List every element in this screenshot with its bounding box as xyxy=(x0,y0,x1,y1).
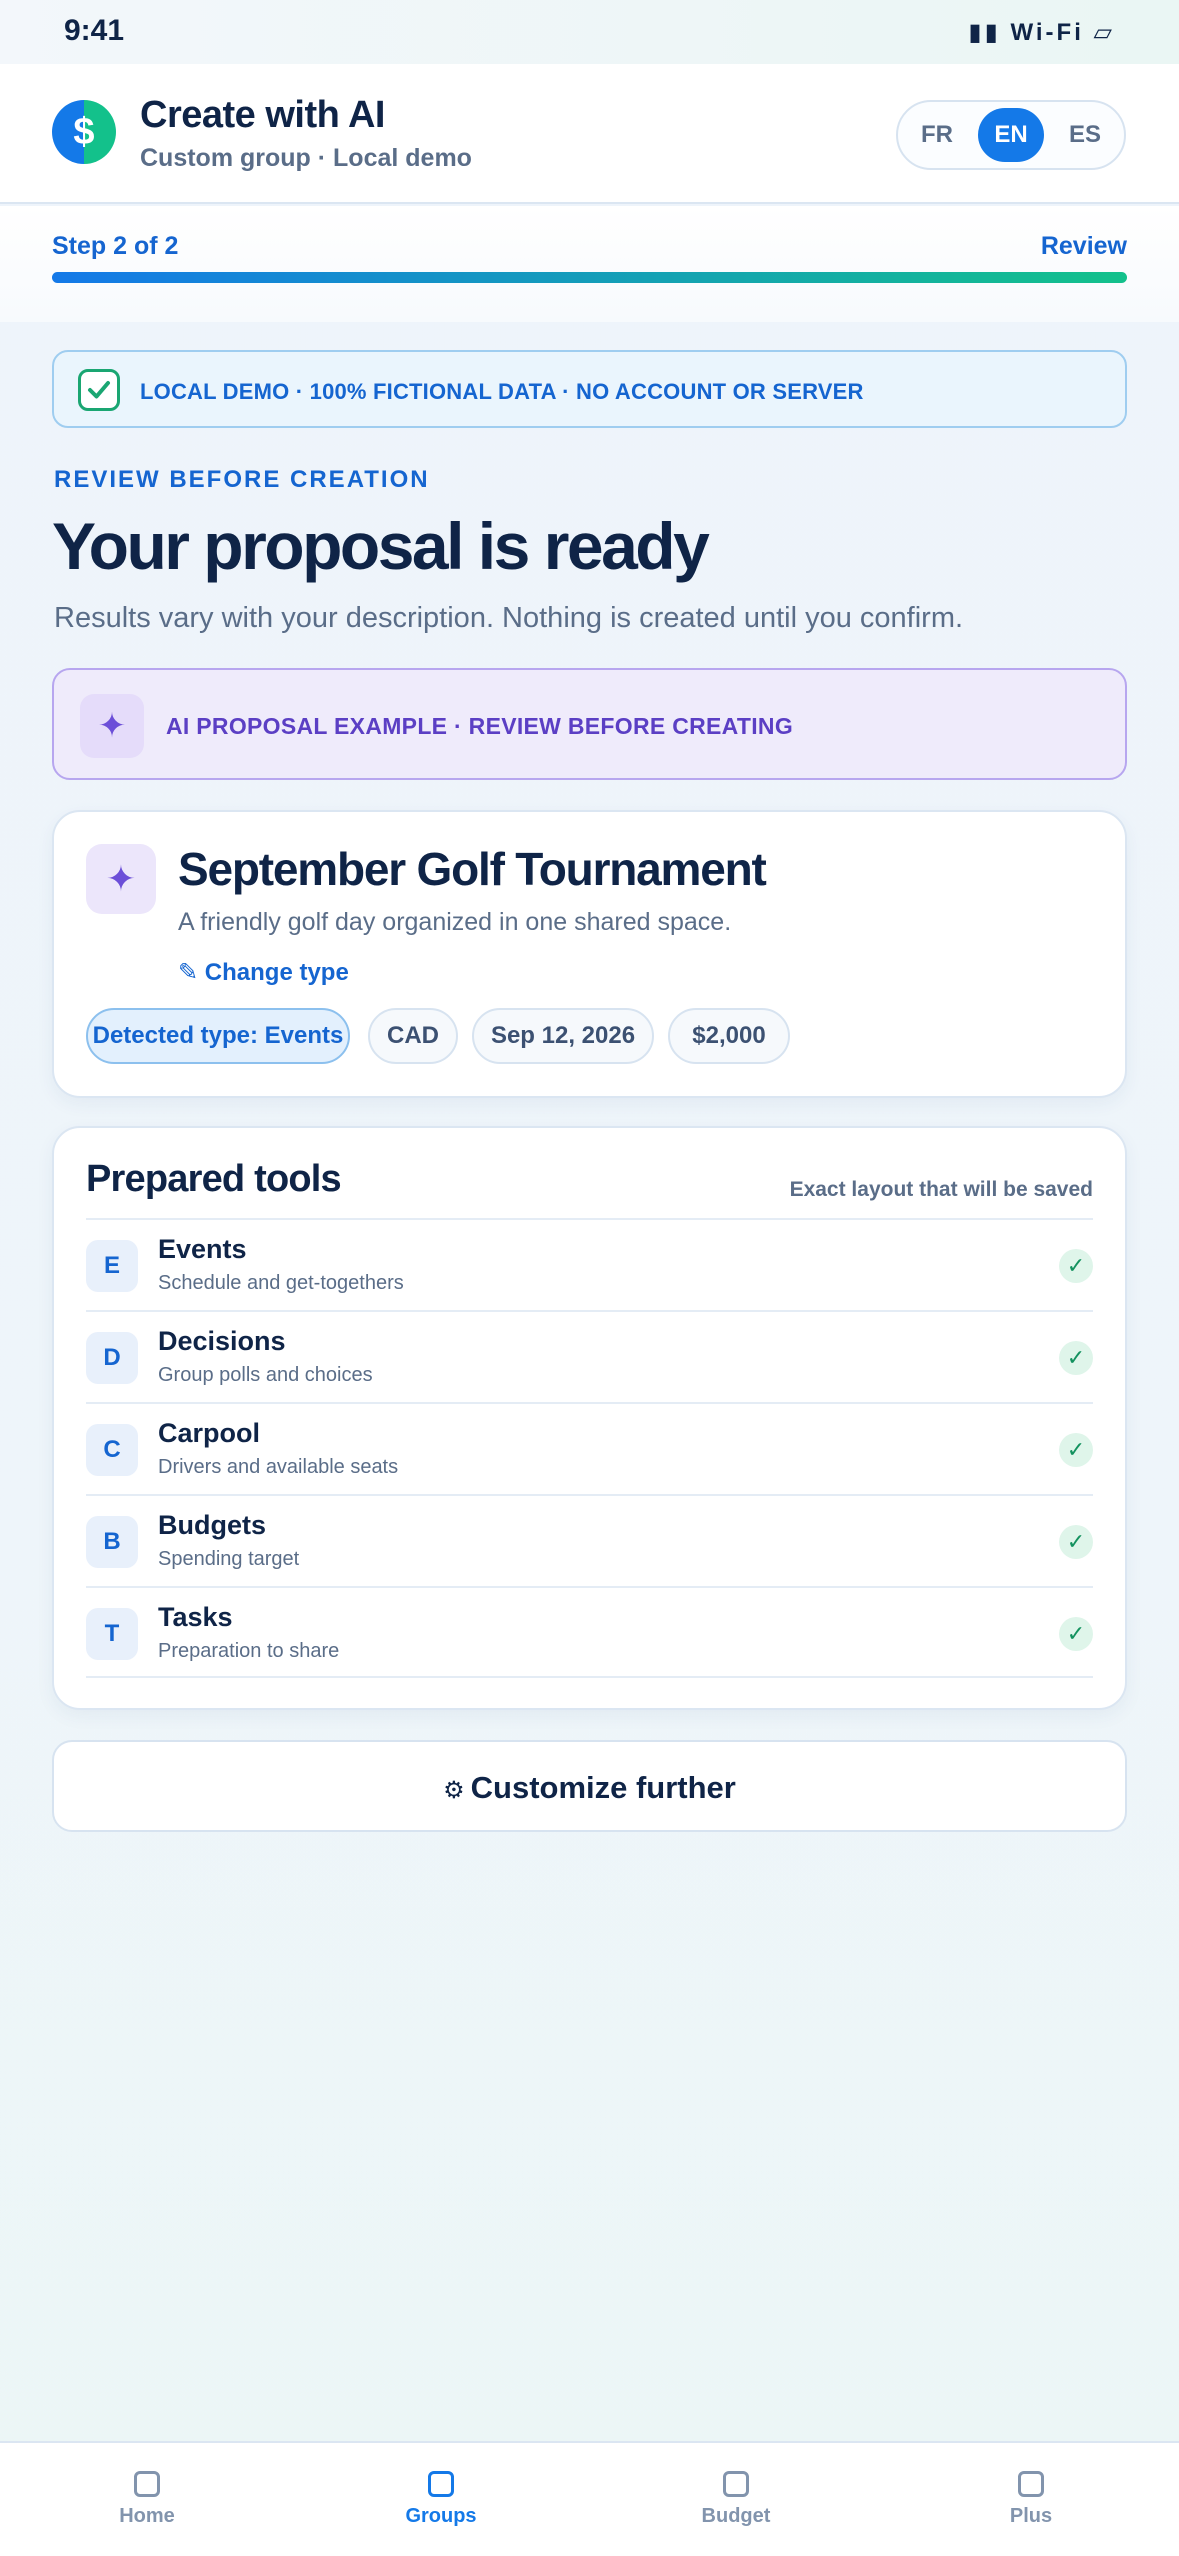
proposal-subtitle: Results vary with your description. Noth… xyxy=(54,602,964,634)
step-label: Step 2 of 2 xyxy=(52,232,179,260)
check-icon: ✓ xyxy=(1059,1249,1093,1283)
nav-home[interactable]: Home xyxy=(0,2443,294,2556)
language-en-button[interactable]: EN xyxy=(978,108,1044,162)
tool-name: Decisions xyxy=(158,1326,286,1356)
tool-row-tasks: T Tasks Preparation to share ✓ xyxy=(86,1586,1093,1678)
tool-description: Group polls and choices xyxy=(158,1364,373,1386)
status-time: 9:41 xyxy=(64,14,125,47)
progress-bar xyxy=(52,272,1127,283)
tools-list: E Events Schedule and get-togethers ✓ D … xyxy=(86,1218,1093,1678)
sparkle-icon: ✦ xyxy=(80,694,144,758)
check-icon: ✓ xyxy=(1059,1341,1093,1375)
tools-title: Prepared tools xyxy=(86,1158,342,1200)
page-subtitle: Custom group · Local demo xyxy=(140,144,472,172)
nav-label: Groups xyxy=(405,2505,477,2527)
check-icon: ✓ xyxy=(1059,1617,1093,1651)
budget-icon xyxy=(723,2471,749,2497)
customize-label: Customize further xyxy=(470,1770,736,1805)
ai-proposal-banner: ✦ AI PROPOSAL EXAMPLE · REVIEW BEFORE CR… xyxy=(52,668,1127,780)
tool-letter-badge: D xyxy=(86,1332,138,1384)
tool-name: Carpool xyxy=(158,1418,261,1448)
tool-letter-badge: C xyxy=(86,1424,138,1476)
change-type-link[interactable]: ✎ Change type xyxy=(178,958,349,987)
budget-amount-chip: $2,000 xyxy=(668,1008,790,1064)
tool-row-decisions: D Decisions Group polls and choices ✓ xyxy=(86,1310,1093,1402)
event-description: A friendly golf day organized in one sha… xyxy=(178,908,732,936)
local-demo-banner: LOCAL DEMO · 100% FICTIONAL DATA · NO AC… xyxy=(52,350,1127,428)
tool-letter-badge: B xyxy=(86,1516,138,1568)
nav-budget[interactable]: Budget xyxy=(589,2443,883,2556)
tool-name: Tasks xyxy=(158,1602,233,1632)
ai-banner-text: AI PROPOSAL EXAMPLE · REVIEW BEFORE CREA… xyxy=(166,713,794,739)
nav-label: Home xyxy=(119,2505,175,2527)
tool-name: Budgets xyxy=(158,1510,266,1540)
check-icon: ✓ xyxy=(1059,1433,1093,1467)
step-progress: Step 2 of 2 Review xyxy=(0,206,1179,322)
date-chip: Sep 12, 2026 xyxy=(472,1008,654,1064)
language-switcher: FR EN ES xyxy=(896,100,1126,170)
language-fr-button[interactable]: FR xyxy=(904,108,970,162)
currency-chip: CAD xyxy=(368,1008,458,1064)
home-icon xyxy=(134,2471,160,2497)
tool-letter-badge: E xyxy=(86,1240,138,1292)
tool-letter-badge: T xyxy=(86,1608,138,1660)
proposal-heading: Your proposal is ready xyxy=(52,509,710,583)
checkbox-check-icon xyxy=(78,369,120,411)
tool-description: Drivers and available seats xyxy=(158,1456,399,1478)
progress-fill xyxy=(52,272,1127,283)
tool-description: Spending target xyxy=(158,1548,300,1570)
event-summary-card: ✦ September Golf Tournament A friendly g… xyxy=(52,810,1127,1098)
tools-note: Exact layout that will be saved xyxy=(789,1178,1093,1201)
event-sparkle-icon: ✦ xyxy=(86,844,156,914)
customize-further-button[interactable]: ⚙ Customize further xyxy=(52,1740,1127,1832)
nav-groups[interactable]: Groups xyxy=(294,2443,588,2556)
check-icon: ✓ xyxy=(1059,1525,1093,1559)
tool-description: Preparation to share xyxy=(158,1640,340,1662)
tool-row-budgets: B Budgets Spending target ✓ xyxy=(86,1494,1093,1586)
plus-icon xyxy=(1018,2471,1044,2497)
nav-label: Budget xyxy=(701,2505,771,2527)
event-title: September Golf Tournament xyxy=(178,843,767,895)
tool-name: Events xyxy=(158,1234,247,1264)
tool-description: Schedule and get-togethers xyxy=(158,1272,404,1294)
tool-row-carpool: C Carpool Drivers and available seats ✓ xyxy=(86,1402,1093,1494)
groups-icon xyxy=(428,2471,454,2497)
tool-row-events: E Events Schedule and get-togethers ✓ xyxy=(86,1218,1093,1310)
bottom-nav: Home Groups Budget Plus xyxy=(0,2441,1179,2556)
nav-label: Plus xyxy=(1009,2505,1053,2527)
prepared-tools-card: Prepared tools Exact layout that will be… xyxy=(52,1126,1127,1710)
status-bar: 9:41 ▮▮ Wi-Fi ▱ xyxy=(0,0,1179,64)
demo-banner-text: LOCAL DEMO · 100% FICTIONAL DATA · NO AC… xyxy=(140,379,864,404)
app-logo-icon: $ xyxy=(52,100,116,164)
detected-type-chip[interactable]: Detected type: Events xyxy=(86,1008,350,1064)
gear-icon: ⚙ xyxy=(443,1777,465,1804)
status-indicators: ▮▮ Wi-Fi ▱ xyxy=(968,19,1115,46)
language-es-button[interactable]: ES xyxy=(1052,108,1118,162)
app-header: $ Create with AI Custom group · Local de… xyxy=(0,64,1179,204)
page-title: Create with AI xyxy=(140,94,385,136)
review-eyebrow: REVIEW BEFORE CREATION xyxy=(54,466,430,493)
nav-plus[interactable]: Plus xyxy=(884,2443,1178,2556)
step-review-label: Review xyxy=(1040,232,1127,260)
